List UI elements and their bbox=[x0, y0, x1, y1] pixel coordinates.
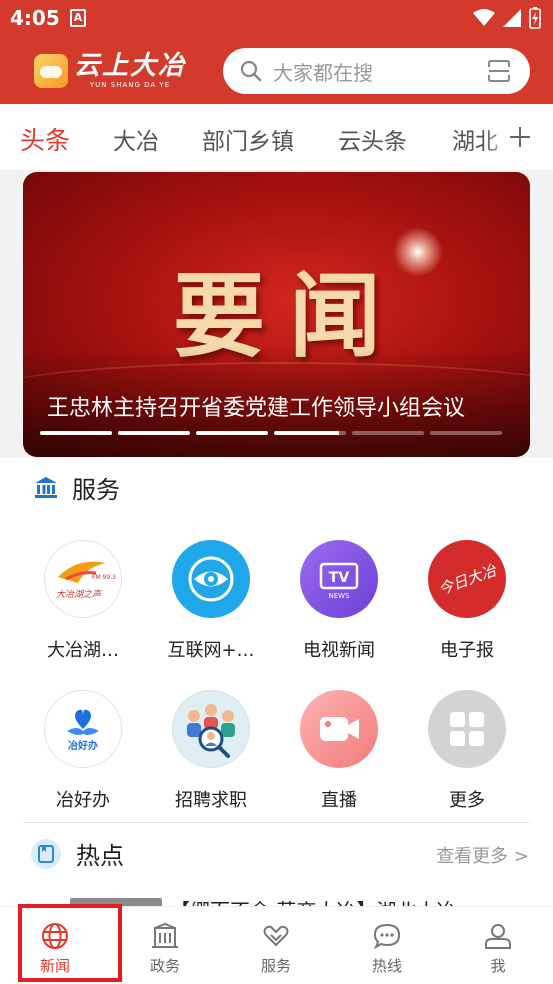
category-tabs: 头条 大冶 部门乡镇 云头条 湖北 bbox=[0, 104, 553, 170]
nav-label: 热线 bbox=[371, 957, 402, 975]
status-bar: 4:05 A bbox=[0, 0, 553, 36]
svg-text:FM 99.3: FM 99.3 bbox=[92, 574, 116, 581]
service-label: 大冶湖… bbox=[47, 640, 119, 661]
nav-government[interactable]: 政务 bbox=[110, 907, 220, 984]
carousel-indicator bbox=[40, 431, 502, 435]
services-title: 服务 bbox=[72, 476, 120, 504]
banner-caption: 王忠林主持召开省委党建工作领导小组会议 bbox=[47, 396, 466, 421]
svg-text:冶好办: 冶好办 bbox=[68, 739, 98, 752]
heart-hands-icon bbox=[263, 925, 289, 947]
service-tv-news[interactable]: TV NEWS 电视新闻 bbox=[275, 540, 403, 662]
service-live[interactable]: 直播 bbox=[275, 690, 403, 812]
tab-cloud-headlines[interactable]: 云头条 bbox=[338, 122, 407, 156]
view-more-link[interactable]: 查看更多 > bbox=[436, 842, 529, 868]
service-label: 互联网+… bbox=[167, 640, 255, 661]
cloud-logo-icon bbox=[34, 53, 68, 88]
service-recruitment[interactable]: 招聘求职 bbox=[147, 690, 275, 812]
highlight-box bbox=[18, 904, 122, 982]
chat-bubble-icon bbox=[373, 923, 401, 950]
video-camera-icon bbox=[300, 690, 378, 768]
carousel-dot bbox=[352, 431, 424, 435]
service-label: 招聘求职 bbox=[175, 790, 247, 811]
services-header: 服务 bbox=[34, 470, 120, 505]
tab-departments[interactable]: 部门乡镇 bbox=[202, 122, 294, 156]
service-radio[interactable]: 大冶湖之声 FM 99.3 大冶湖… bbox=[19, 540, 147, 662]
service-more[interactable]: 更多 bbox=[403, 690, 531, 812]
search-bar[interactable]: 大家都在搜 bbox=[223, 48, 530, 94]
carousel-dot bbox=[40, 431, 112, 435]
status-time: 4:05 bbox=[10, 6, 60, 30]
app-header: 4:05 A 云上大冶 YUN SHANG DA YE 大家都在搜 bbox=[0, 0, 553, 104]
tv-icon: TV NEWS bbox=[300, 540, 378, 618]
notification-icon: A bbox=[70, 9, 86, 27]
svg-text:TV: TV bbox=[329, 570, 350, 586]
radio-logo-icon: 大冶湖之声 FM 99.3 bbox=[44, 540, 122, 618]
signal-icon bbox=[503, 9, 521, 27]
carousel-dot bbox=[274, 431, 346, 435]
service-yehaoban[interactable]: 冶好办 冶好办 bbox=[19, 690, 147, 812]
scan-icon[interactable] bbox=[486, 58, 512, 84]
grid-icon bbox=[428, 690, 506, 768]
nav-services[interactable]: 服务 bbox=[221, 907, 331, 984]
battery-icon bbox=[529, 7, 541, 29]
system-icons bbox=[473, 6, 541, 30]
carousel-dot bbox=[118, 431, 190, 435]
svg-text:NEWS: NEWS bbox=[328, 592, 350, 600]
nav-label: 服务 bbox=[260, 957, 291, 975]
tab-daye[interactable]: 大冶 bbox=[113, 122, 159, 156]
search-placeholder: 大家都在搜 bbox=[273, 60, 373, 85]
nav-label: 政务 bbox=[149, 957, 180, 975]
building-icon bbox=[152, 922, 178, 948]
news-banner[interactable]: 要闻 王忠林主持召开省委党建工作领导小组会议 bbox=[23, 172, 530, 457]
service-internet-plus[interactable]: 互联网+… bbox=[147, 540, 275, 662]
hand-heart-icon: 冶好办 bbox=[44, 690, 122, 768]
carousel-dot bbox=[196, 431, 268, 435]
hot-header: 热点 bbox=[30, 836, 124, 871]
tab-headlines[interactable]: 头条 bbox=[20, 121, 70, 157]
carousel-dot bbox=[430, 431, 502, 435]
hot-title: 热点 bbox=[76, 842, 124, 870]
eye-icon bbox=[172, 540, 250, 618]
user-icon bbox=[485, 924, 511, 949]
government-building-icon bbox=[35, 476, 57, 498]
newspaper-logo-icon: 今日大冶 bbox=[428, 540, 506, 618]
service-label: 电视新闻 bbox=[303, 640, 375, 661]
app-logo: 云上大冶 YUN SHANG DA YE bbox=[34, 52, 186, 89]
recruitment-icon bbox=[172, 690, 250, 768]
add-tab-icon[interactable] bbox=[509, 126, 531, 148]
app-name: 云上大冶 bbox=[74, 51, 187, 81]
hot-news-icon bbox=[31, 838, 61, 869]
nav-label: 我 bbox=[490, 957, 506, 975]
nav-hotline[interactable]: 热线 bbox=[332, 907, 442, 984]
service-label: 电子报 bbox=[440, 640, 494, 661]
service-label: 直播 bbox=[321, 790, 357, 811]
divider bbox=[23, 822, 530, 823]
svg-text:今日大冶: 今日大冶 bbox=[437, 561, 497, 599]
wifi-icon bbox=[473, 9, 495, 26]
search-icon bbox=[240, 60, 262, 82]
app-name-en: YUN SHANG DA YE bbox=[89, 81, 171, 89]
nav-me[interactable]: 我 bbox=[443, 907, 553, 984]
svg-text:大冶湖之声: 大冶湖之声 bbox=[56, 589, 103, 600]
service-e-paper[interactable]: 今日大冶 电子报 bbox=[403, 540, 531, 662]
service-label: 更多 bbox=[449, 790, 485, 811]
service-label: 冶好办 bbox=[56, 790, 110, 811]
